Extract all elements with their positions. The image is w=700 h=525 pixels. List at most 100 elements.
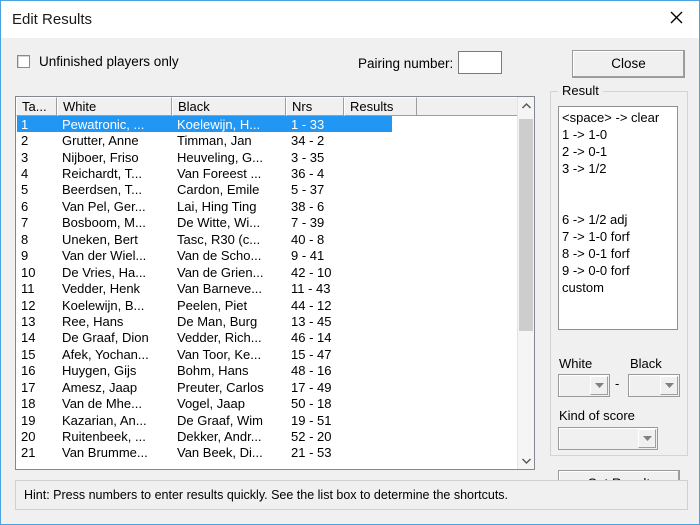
cell-white: Ree, Hans	[62, 313, 124, 329]
column-header-black[interactable]: Black	[172, 97, 286, 116]
cell-nrs: 7 - 39	[291, 215, 325, 231]
cell-white: Huygen, Gijs	[62, 363, 137, 379]
kind-of-score-combo[interactable]	[558, 427, 658, 450]
cell-black: Tasc, R30 (c...	[177, 231, 261, 247]
cell-white: Van der Wiel...	[62, 248, 147, 264]
close-button[interactable]: Close	[572, 50, 685, 78]
table-row[interactable]: 17 Amesz, Jaap Preuter, Carlos 17 - 49	[16, 379, 518, 395]
cell-white: Afek, Yochan...	[62, 346, 149, 362]
pairings-list[interactable]: Ta... White Black Nrs Results 1 Pewatronic, .…	[15, 96, 535, 470]
table-row[interactable]: 1 Pewatronic, ... Koelewijn, H... 1 - 33	[16, 116, 518, 133]
table-row[interactable]: 2 Grutter, Anne Timman, Jan 34 - 2	[16, 132, 518, 148]
cell-black: Vedder, Rich...	[177, 330, 262, 346]
cell-table: 10	[21, 264, 36, 280]
white-score-combo[interactable]	[558, 374, 610, 397]
table-row[interactable]: 6 Van Pel, Ger... Lai, Hing Ting 38 - 6	[16, 198, 518, 214]
result-shortcut-item[interactable]: 3 -> 1/2	[562, 160, 677, 177]
chevron-down-icon[interactable]	[590, 376, 608, 395]
result-shortcut-item[interactable]: 2 -> 0-1	[562, 143, 677, 160]
pairings-list-body[interactable]: 1 Pewatronic, ... Koelewijn, H... 1 - 33 2 Gr…	[16, 116, 518, 469]
result-shortcut-item[interactable]: custom	[562, 279, 677, 296]
cell-white: Uneken, Bert	[62, 231, 138, 247]
result-shortcut-item[interactable]: <space> -> clear	[562, 109, 677, 126]
cell-table: 19	[21, 412, 36, 428]
table-row[interactable]: 12 Koelewijn, B... Peelen, Piet 44 - 12	[16, 297, 518, 313]
cell-nrs: 13 - 45	[291, 313, 332, 329]
cell-black: De Graaf, Wim	[177, 412, 263, 428]
cell-black: Timman, Jan	[177, 133, 252, 149]
unfinished-players-checkbox-row[interactable]: Unfinished players only	[17, 54, 179, 69]
scroll-up-icon[interactable]	[518, 97, 534, 114]
cell-black: Van de Grien...	[177, 264, 264, 280]
unfinished-players-checkbox[interactable]	[17, 55, 30, 68]
table-row[interactable]: 3 Nijboer, Friso Heuveling, G... 3 - 35	[16, 149, 518, 165]
cell-black: De Man, Burg	[177, 313, 258, 329]
cell-black: Bohm, Hans	[177, 363, 249, 379]
cell-nrs: 9 - 41	[291, 248, 325, 264]
result-shortcut-item[interactable]: 9 -> 0-0 forf	[562, 262, 677, 279]
chevron-down-icon[interactable]	[638, 429, 656, 448]
result-shortcut-item[interactable]: 8 -> 0-1 forf	[562, 245, 677, 262]
column-header-nrs[interactable]: Nrs	[286, 97, 344, 116]
result-groupbox-legend: Result	[558, 83, 603, 98]
pairings-list-header: Ta... White Black Nrs Results	[16, 97, 518, 116]
cell-table: 15	[21, 346, 36, 362]
table-row[interactable]: 5 Beerdsen, T... Cardon, Emile 5 - 37	[16, 182, 518, 198]
cell-white: De Vries, Ha...	[62, 264, 147, 280]
cell-black: Lai, Hing Ting	[177, 198, 257, 214]
table-row[interactable]: 13 Ree, Hans De Man, Burg 13 - 45	[16, 313, 518, 329]
column-header-ta[interactable]: Ta...	[16, 97, 57, 116]
cell-table: 20	[21, 429, 36, 445]
kind-of-score-label: Kind of score	[559, 408, 635, 423]
column-header-white[interactable]: White	[57, 97, 172, 116]
cell-nrs: 46 - 14	[291, 330, 332, 346]
cell-white: Koelewijn, B...	[62, 297, 145, 313]
cell-nrs: 34 - 2	[291, 133, 325, 149]
table-row[interactable]: 9 Van der Wiel... Van de Scho... 9 - 41	[16, 248, 518, 264]
result-shortcut-item[interactable]	[562, 177, 677, 194]
cell-black: Heuveling, G...	[177, 149, 263, 165]
cell-black: Koelewijn, H...	[177, 116, 261, 132]
cell-black: Preuter, Carlos	[177, 379, 264, 395]
cell-black: Peelen, Piet	[177, 297, 248, 313]
cell-table: 21	[21, 445, 36, 461]
cell-table: 5	[21, 182, 29, 198]
scrollbar-thumb[interactable]	[519, 119, 533, 331]
table-row[interactable]: 14 De Graaf, Dion Vedder, Rich... 46 - 14	[16, 330, 518, 346]
cell-black: Van Beek, Di...	[177, 445, 263, 461]
table-row[interactable]: 15 Afek, Yochan... Van Toor, Ke... 15 - 47	[16, 346, 518, 362]
result-shortcut-item[interactable]: 1 -> 1-0	[562, 126, 677, 143]
chevron-down-icon[interactable]	[660, 376, 678, 395]
scroll-down-icon[interactable]	[518, 452, 534, 469]
cell-table: 13	[21, 313, 36, 329]
column-header-results[interactable]: Results	[344, 97, 417, 116]
table-row[interactable]: 18 Van de Mhe... Vogel, Jaap 50 - 18	[16, 395, 518, 411]
table-row[interactable]: 11 Vedder, Henk Van Barneve... 11 - 43	[16, 280, 518, 296]
cell-nrs: 11 - 43	[291, 281, 331, 297]
column-header-filler	[417, 97, 518, 116]
title-bar: Edit Results	[1, 0, 699, 38]
cell-white: Bosboom, M...	[62, 215, 146, 231]
cell-nrs: 15 - 47	[291, 346, 332, 362]
table-row[interactable]: 19 Kazarian, An... De Graaf, Wim 19 - 51	[16, 412, 518, 428]
cell-white: De Graaf, Dion	[62, 330, 149, 346]
table-row[interactable]: 8 Uneken, Bert Tasc, R30 (c... 40 - 8	[16, 231, 518, 247]
result-shortcut-item[interactable]: 6 -> 1/2 adj	[562, 211, 677, 228]
pairing-number-input[interactable]	[458, 51, 502, 74]
pairings-list-scrollbar[interactable]	[517, 97, 534, 469]
table-row[interactable]: 16 Huygen, Gijs Bohm, Hans 48 - 16	[16, 363, 518, 379]
cell-table: 9	[21, 248, 29, 264]
result-shortcut-item[interactable]	[562, 194, 677, 211]
table-row[interactable]: 21 Van Brumme... Van Beek, Di... 21 - 53	[16, 445, 518, 461]
table-row[interactable]: 10 De Vries, Ha... Van de Grien... 42 - 10	[16, 264, 518, 280]
result-shortcuts-list[interactable]: <space> -> clear 1 -> 1-0 2 -> 0-1 3 -> 1/2…	[558, 106, 678, 330]
table-row[interactable]: 20 Ruitenbeek, ... Dekker, Andr... 52 - 20	[16, 428, 518, 444]
black-score-label: Black	[630, 356, 662, 371]
table-row[interactable]: 4 Reichardt, T... Van Foreest ... 36 - 4	[16, 165, 518, 181]
table-row[interactable]: 7 Bosboom, M... De Witte, Wi... 7 - 39	[16, 215, 518, 231]
black-score-combo[interactable]	[628, 374, 680, 397]
cell-nrs: 1 - 33	[291, 116, 325, 132]
close-icon-button[interactable]	[653, 1, 699, 33]
unfinished-players-label: Unfinished players only	[39, 54, 179, 69]
result-shortcut-item[interactable]: 7 -> 1-0 forf	[562, 228, 677, 245]
